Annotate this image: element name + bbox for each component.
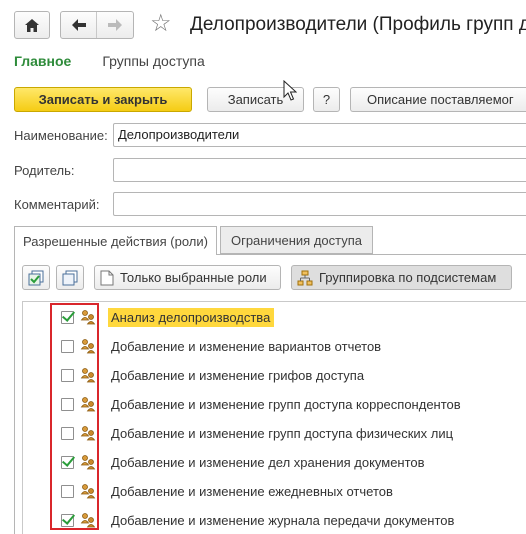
role-row[interactable]: Добавление и изменение групп доступа кор…	[22, 390, 526, 419]
parent-label: Родитель:	[14, 163, 75, 178]
name-field[interactable]: Делопроизводители	[113, 123, 526, 147]
role-checkbox[interactable]	[61, 456, 74, 469]
history-nav	[60, 11, 134, 39]
role-label: Добавление и изменение ежедневных отчето…	[111, 484, 393, 499]
window-title: Делопроизводители (Профиль групп до	[190, 14, 526, 35]
comment-label: Комментарий:	[14, 197, 100, 212]
save-and-close-button[interactable]: Записать и закрыть	[14, 87, 192, 112]
hierarchy-icon	[297, 270, 313, 285]
tab-access-restrictions[interactable]: Ограничения доступа	[220, 226, 373, 254]
document-icon	[100, 270, 114, 285]
title-bar: ☆ Делопроизводители (Профиль групп до	[0, 0, 526, 44]
help-button[interactable]: ?	[313, 87, 340, 112]
uncheck-all-icon	[62, 270, 78, 285]
check-all-icon	[28, 270, 44, 285]
group-by-subsystems-button[interactable]: Группировка по подсистемам	[291, 265, 512, 290]
role-icon	[80, 396, 96, 412]
mouse-cursor-icon	[283, 80, 297, 101]
role-icon	[80, 454, 96, 470]
tab-allowed-actions[interactable]: Разрешенные действия (роли)	[14, 226, 217, 255]
role-label: Добавление и изменение журнала передачи …	[111, 513, 455, 528]
description-button[interactable]: Описание поставляемог	[350, 87, 526, 112]
check-all-button[interactable]	[22, 265, 50, 290]
role-row[interactable]: Добавление и изменение журнала передачи …	[22, 506, 526, 534]
role-checkbox[interactable]	[61, 311, 74, 324]
role-label: Добавление и изменение вариантов отчетов	[111, 339, 382, 354]
role-label: Добавление и изменение групп доступа кор…	[111, 397, 461, 412]
section-access-groups[interactable]: Группы доступа	[102, 53, 204, 71]
only-selected-roles-button[interactable]: Только выбранные роли	[94, 265, 281, 290]
role-row[interactable]: Добавление и изменение групп доступа физ…	[22, 419, 526, 448]
role-row[interactable]: Добавление и изменение дел хранения доку…	[22, 448, 526, 477]
section-nav: Главное Группы доступа	[14, 53, 205, 71]
role-checkbox[interactable]	[61, 427, 74, 440]
uncheck-all-button[interactable]	[56, 265, 84, 290]
parent-field[interactable]	[113, 158, 526, 182]
role-icon	[80, 367, 96, 383]
role-row[interactable]: Добавление и изменение ежедневных отчето…	[22, 477, 526, 506]
role-checkbox[interactable]	[61, 340, 74, 353]
role-icon	[80, 338, 96, 354]
role-checkbox[interactable]	[61, 369, 74, 382]
role-icon	[80, 425, 96, 441]
role-label: Добавление и изменение групп доступа физ…	[111, 426, 454, 441]
section-main[interactable]: Главное	[14, 53, 71, 71]
role-label: Анализ делопроизводства	[108, 308, 275, 327]
role-checkbox[interactable]	[61, 398, 74, 411]
favorite-star-icon[interactable]: ☆	[150, 10, 172, 38]
arrow-left-icon	[71, 19, 86, 31]
arrow-right-icon	[108, 19, 122, 31]
only-selected-roles-label: Только выбранные роли	[120, 270, 267, 285]
role-icon	[80, 309, 96, 325]
role-checkbox[interactable]	[61, 485, 74, 498]
comment-field[interactable]	[113, 192, 526, 216]
role-label: Добавление и изменение грифов доступа	[111, 368, 365, 383]
role-icon	[80, 512, 96, 528]
home-button[interactable]	[14, 11, 50, 39]
role-label: Добавление и изменение дел хранения доку…	[111, 455, 425, 470]
name-label: Наименование:	[14, 128, 108, 143]
role-row[interactable]: Добавление и изменение вариантов отчетов	[22, 332, 526, 361]
role-checkbox[interactable]	[61, 514, 74, 527]
group-by-subsystems-label: Группировка по подсистемам	[319, 270, 497, 285]
forward-button[interactable]	[97, 12, 133, 38]
role-row[interactable]: Анализ делопроизводства	[22, 303, 526, 332]
back-button[interactable]	[61, 12, 97, 38]
role-icon	[80, 483, 96, 499]
home-icon	[25, 18, 39, 32]
role-row[interactable]: Добавление и изменение грифов доступа	[22, 361, 526, 390]
